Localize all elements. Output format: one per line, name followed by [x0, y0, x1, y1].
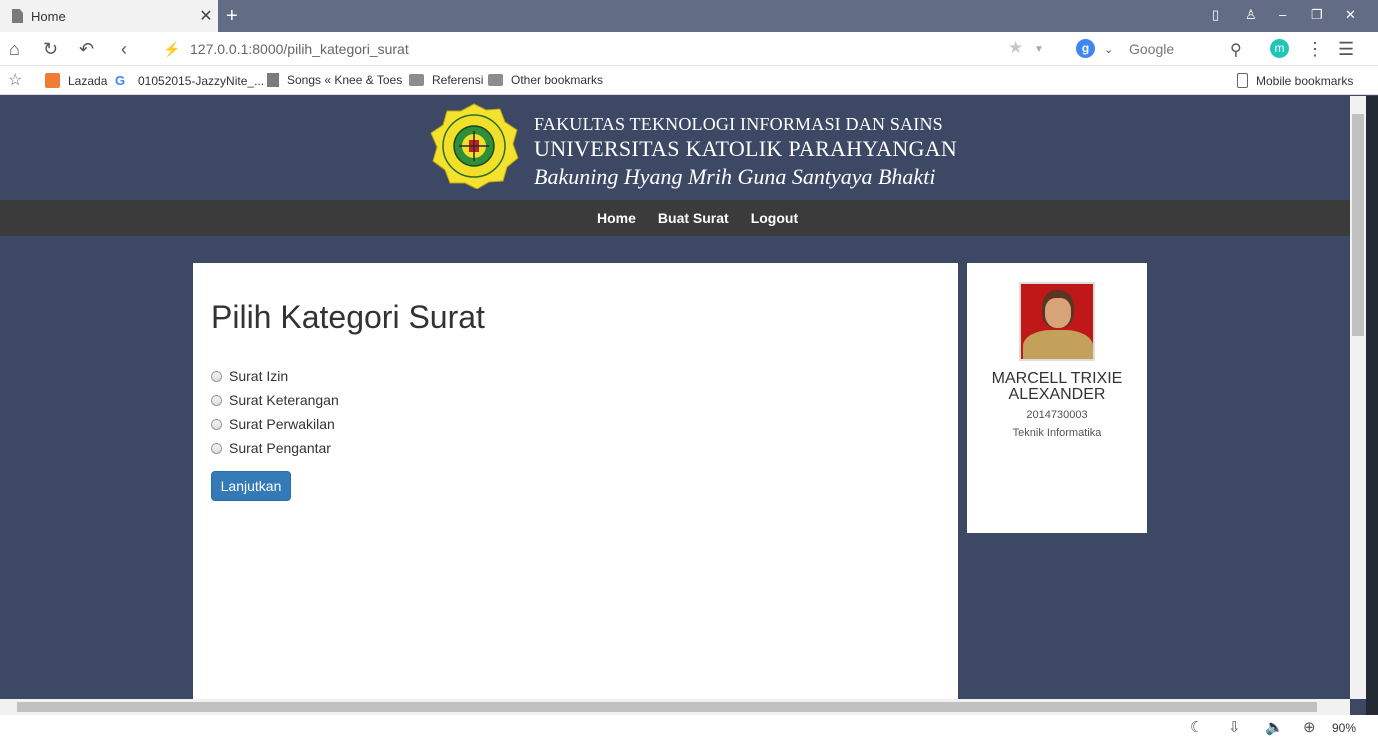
- student-name: MARCELL TRIXIE ALEXANDER: [991, 370, 1123, 403]
- speed-icon: ⚡: [163, 41, 181, 57]
- page-icon: [267, 73, 279, 87]
- university-title: FAKULTAS TEKNOLOGI INFORMASI DAN SAINS U…: [534, 114, 957, 190]
- download-icon[interactable]: ⇩: [1228, 718, 1241, 736]
- bookmark-songs[interactable]: Songs « Knee & Toes: [267, 73, 402, 87]
- address-bar: ⌂ ↻ ↶ ‹ ⚡ 127.0.0.1:8000/pilih_kategori_…: [0, 32, 1378, 66]
- bookmark-mobile[interactable]: Mobile bookmarks: [1237, 73, 1353, 88]
- lazada-icon: [45, 73, 60, 88]
- content-panel: Pilih Kategori Surat Surat Izin Surat Ke…: [193, 263, 958, 699]
- option-label: Surat Izin: [229, 368, 289, 384]
- status-bar: ☾ ⇩ 🔈 ⊕ 90%: [0, 715, 1378, 739]
- category-options: Surat Izin Surat Keterangan Surat Perwak…: [211, 364, 339, 460]
- desktop-background: [1366, 96, 1378, 739]
- reload-icon[interactable]: ↻: [43, 39, 58, 60]
- main-navbar: Home Buat Surat Logout: [0, 200, 1350, 236]
- bookmark-label: Referensi: [432, 73, 484, 87]
- tab-title: Home: [31, 8, 66, 24]
- profile-photo: [1019, 282, 1095, 361]
- folder-icon: [409, 74, 424, 86]
- option-surat-pengantar[interactable]: Surat Pengantar: [211, 436, 339, 460]
- faculty-name: FAKULTAS TEKNOLOGI INFORMASI DAN SAINS: [534, 114, 943, 134]
- minimize-icon[interactable]: –: [1279, 7, 1286, 22]
- close-tab-icon[interactable]: ✕: [194, 6, 218, 26]
- radio-button[interactable]: [211, 442, 222, 454]
- university-motto: Bakuning Hyang Mrih Guna Santyaya Bhakti: [534, 164, 936, 189]
- search-engine-icon[interactable]: g: [1076, 39, 1095, 58]
- page-title: Pilih Kategori Surat: [211, 299, 485, 335]
- mobile-icon: [1237, 73, 1248, 88]
- radio-button[interactable]: [211, 418, 222, 430]
- vertical-scrollbar[interactable]: [1350, 96, 1366, 699]
- option-surat-izin[interactable]: Surat Izin: [211, 364, 339, 388]
- back-icon[interactable]: ‹: [121, 39, 127, 60]
- more-icon[interactable]: ⋮: [1306, 39, 1324, 60]
- nav-buat-surat[interactable]: Buat Surat: [658, 210, 729, 226]
- nav-home[interactable]: Home: [597, 210, 636, 226]
- skin-icon[interactable]: ♙: [1245, 7, 1257, 23]
- bookmark-label: Mobile bookmarks: [1256, 73, 1354, 88]
- night-mode-icon[interactable]: ☾: [1190, 718, 1203, 736]
- bookmarks-bar: ☆ Lazada G 01052015-JazzyNite_... Songs …: [0, 66, 1378, 95]
- nav-logout[interactable]: Logout: [751, 210, 798, 226]
- bookmark-label: 01052015-JazzyNite_...: [138, 73, 265, 88]
- student-id: 2014730003: [1026, 409, 1088, 421]
- bookmark-other[interactable]: Other bookmarks: [488, 73, 603, 87]
- tab-strip: Home ✕ + ▯ ♙ – ❐ ✕: [0, 0, 1378, 32]
- undo-icon[interactable]: ↶: [79, 39, 94, 60]
- menu-icon[interactable]: ☰: [1338, 39, 1354, 60]
- profile-card: MARCELL TRIXIE ALEXANDER 2014730003 Tekn…: [967, 263, 1147, 533]
- bookmark-lazada[interactable]: Lazada: [45, 73, 107, 88]
- student-major: Teknik Informatika: [1012, 427, 1102, 439]
- new-tab-icon[interactable]: +: [226, 5, 238, 28]
- tile-icon[interactable]: ▯: [1212, 7, 1219, 23]
- vertical-scroll-thumb[interactable]: [1352, 114, 1364, 336]
- radio-button[interactable]: [211, 370, 222, 382]
- university-name: UNIVERSITAS KATOLIK PARAHYANGAN: [534, 136, 958, 161]
- zoom-icon[interactable]: ⊕: [1303, 718, 1316, 736]
- bookmark-label: Other bookmarks: [511, 73, 604, 87]
- profile-avatar[interactable]: m: [1270, 39, 1289, 58]
- page-icon: [12, 9, 23, 23]
- search-icon[interactable]: ⚲: [1230, 40, 1242, 60]
- bookmark-label: Songs « Knee & Toes: [287, 73, 403, 87]
- option-label: Surat Perwakilan: [229, 416, 335, 432]
- bookmark-label: Lazada: [68, 73, 108, 88]
- site-header: FAKULTAS TEKNOLOGI INFORMASI DAN SAINS U…: [0, 96, 1350, 200]
- search-input[interactable]: Google: [1129, 41, 1174, 57]
- university-logo: [430, 103, 519, 189]
- horizontal-scrollbar[interactable]: [0, 699, 1350, 715]
- dropdown-icon[interactable]: ▼: [1034, 44, 1044, 55]
- bookmark-star-icon[interactable]: ★: [1008, 38, 1023, 58]
- bookmark-referensi[interactable]: Referensi: [409, 73, 483, 87]
- bookmark-jazzynite[interactable]: G 01052015-JazzyNite_...: [115, 73, 264, 88]
- search-engine-dropdown-icon[interactable]: ⌄: [1104, 43, 1113, 56]
- browser-tab[interactable]: Home ✕: [0, 0, 218, 32]
- volume-icon[interactable]: 🔈: [1265, 718, 1284, 736]
- option-surat-keterangan[interactable]: Surat Keterangan: [211, 388, 339, 412]
- google-icon: G: [115, 73, 126, 88]
- option-surat-perwakilan[interactable]: Surat Perwakilan: [211, 412, 339, 436]
- bookmarks-star-icon[interactable]: ☆: [8, 70, 22, 90]
- folder-icon: [488, 74, 503, 86]
- lanjutkan-button[interactable]: Lanjutkan: [211, 471, 291, 501]
- page-viewport: FAKULTAS TEKNOLOGI INFORMASI DAN SAINS U…: [0, 96, 1350, 699]
- horizontal-scroll-thumb[interactable]: [17, 702, 1317, 712]
- option-label: Surat Keterangan: [229, 392, 339, 408]
- radio-button[interactable]: [211, 394, 222, 406]
- restore-icon[interactable]: ❐: [1311, 7, 1323, 23]
- option-label: Surat Pengantar: [229, 440, 331, 456]
- zoom-level[interactable]: 90%: [1332, 721, 1356, 735]
- home-icon[interactable]: ⌂: [9, 39, 20, 60]
- close-window-icon[interactable]: ✕: [1345, 7, 1356, 23]
- url-field[interactable]: 127.0.0.1:8000/pilih_kategori_surat: [190, 41, 409, 57]
